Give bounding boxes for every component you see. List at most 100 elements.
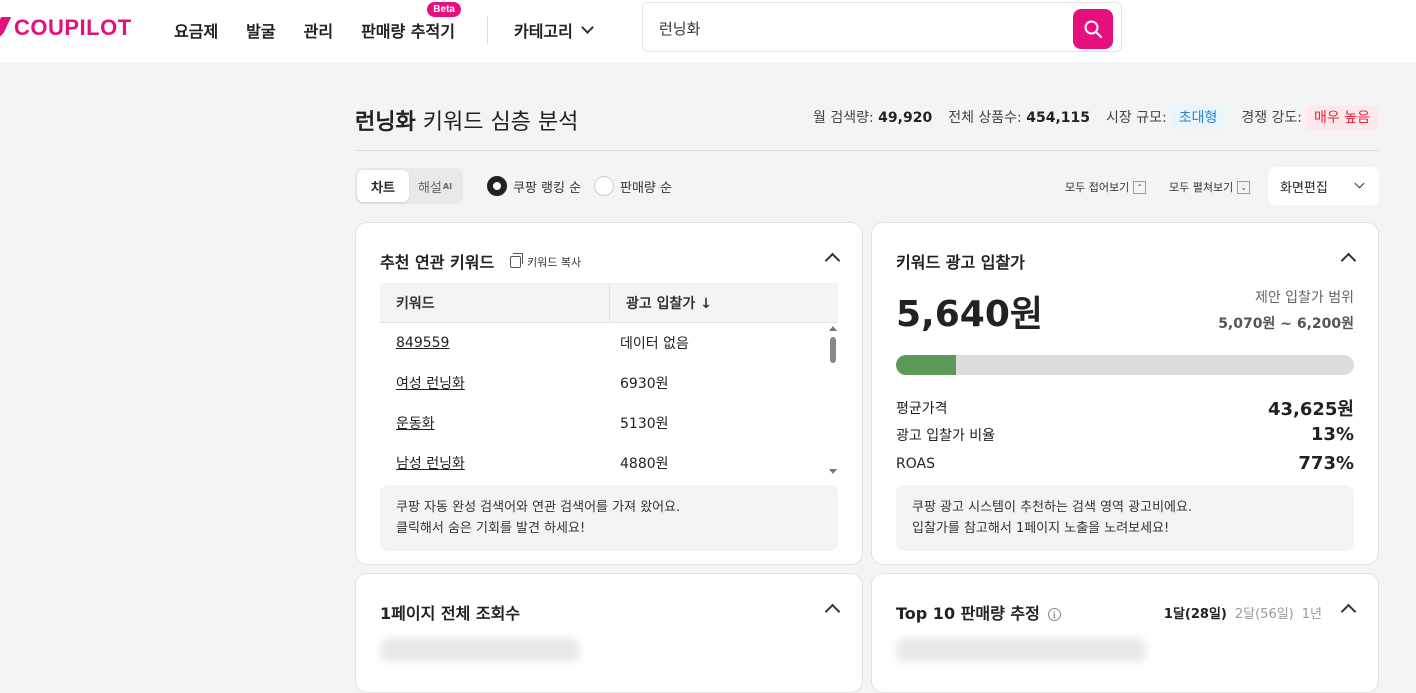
logo-text: COUPILOT bbox=[14, 15, 132, 40]
chevron-down-icon bbox=[1354, 178, 1365, 189]
page-title-suffix: 키워드 심층 분석 bbox=[415, 110, 579, 135]
ai-badge: AI bbox=[442, 181, 453, 191]
collapse-all-button[interactable]: 모두 접어보기 ⌃ bbox=[1065, 179, 1147, 195]
chevron-down-icon: ⌄ bbox=[1237, 180, 1251, 194]
expand-all-button[interactable]: 모두 펼쳐보기 ⌄ bbox=[1169, 179, 1251, 195]
copy-label: 키워드 복사 bbox=[527, 256, 582, 269]
note-text: 클릭해서 숨은 기회를 발견 하세요! bbox=[396, 521, 586, 536]
avg-price-row: 평균가격 43,625원 bbox=[896, 395, 1354, 421]
search-bar bbox=[642, 2, 1122, 52]
stat-label: 월 검색량: bbox=[813, 110, 874, 126]
note-text: 입찰가를 참고해서 1페이지 노출을 노려보세요! bbox=[912, 521, 1170, 536]
edit-screen-dropdown[interactable]: 화면편집 bbox=[1268, 167, 1379, 205]
keyword-link[interactable]: 남성 런닝화 bbox=[380, 453, 610, 473]
bid-ratio-bar bbox=[896, 355, 1354, 375]
nav-divider bbox=[486, 16, 488, 44]
table-scrollbar[interactable] bbox=[828, 323, 838, 477]
logo[interactable]: COUPILOT bbox=[0, 14, 132, 42]
bid-ratio-row: 광고 입찰가 비율 13% bbox=[896, 424, 1354, 445]
keyword-link[interactable]: 운동화 bbox=[380, 413, 610, 433]
nav-item-manage[interactable]: 관리 bbox=[304, 18, 333, 42]
ad-bid-card: 키워드 광고 입찰가 5,640원 제안 입찰가 범위 5,070원 ~ 6,2… bbox=[871, 222, 1379, 565]
bid-ratio-fill bbox=[896, 355, 956, 375]
tab-explain[interactable]: 해설 AI bbox=[409, 170, 461, 202]
market-size-badge: 초대형 bbox=[1170, 106, 1226, 130]
nav-item-pricing[interactable]: 요금제 bbox=[174, 18, 218, 42]
radio-checked-icon bbox=[487, 176, 507, 196]
divider bbox=[355, 150, 1379, 151]
collapse-card-button[interactable] bbox=[824, 603, 841, 620]
stat-label: 시장 규모: bbox=[1106, 110, 1167, 126]
info-icon[interactable]: i bbox=[1047, 608, 1061, 621]
roas-row: ROAS 773% bbox=[896, 453, 1354, 474]
copy-icon bbox=[510, 253, 523, 268]
row-value: 773% bbox=[1298, 453, 1354, 474]
card-title-text: Top 10 판매량 추정 bbox=[896, 604, 1040, 623]
table-row: 여성 런닝화 6930원 bbox=[380, 363, 838, 403]
page-views-card: 1페이지 전체 조회수 bbox=[355, 573, 863, 693]
bid-price: 5,640원 bbox=[896, 294, 1043, 335]
nav-item-discover[interactable]: 발굴 bbox=[246, 18, 275, 42]
scroll-thumb[interactable] bbox=[830, 337, 836, 363]
bid-value: 6930원 bbox=[620, 376, 669, 392]
column-header-keyword: 키워드 bbox=[380, 283, 610, 322]
card-title: 키워드 광고 입찰가 bbox=[896, 253, 1025, 272]
keyword-stats: 월 검색량: 49,920 전체 상품수: 454,115 시장 규모: 초대형 … bbox=[797, 106, 1378, 130]
main-nav: 요금제 발굴 관리 판매량 추적기 Beta 카테고리 bbox=[174, 2, 594, 44]
radio-unchecked-icon bbox=[594, 176, 614, 196]
related-keywords-card: 추천 연관 키워드 키워드 복사 키워드 광고 입찰가 ↓ 849559 데이터… bbox=[355, 222, 863, 565]
period-tab-1month[interactable]: 1달(28일) bbox=[1164, 603, 1227, 622]
scroll-down-icon[interactable] bbox=[829, 469, 837, 474]
period-tabs: 1달(28일) 2달(56일) 1년 bbox=[1156, 603, 1322, 622]
sort-radio-rank[interactable]: 쿠팡 랭킹 순 bbox=[487, 176, 581, 196]
collapse-card-button[interactable] bbox=[1340, 603, 1357, 620]
copy-keywords-button[interactable]: 키워드 복사 bbox=[510, 253, 582, 270]
table-body: 849559 데이터 없음 여성 런닝화 6930원 운동화 5130원 남성 … bbox=[380, 323, 838, 477]
blurred-content bbox=[380, 638, 580, 662]
keyword-link[interactable]: 여성 런닝화 bbox=[380, 373, 610, 393]
stat-competition: 경쟁 강도: 매우 높음 bbox=[1241, 106, 1378, 130]
nav-item-sales-tracker-label: 판매량 추적기 bbox=[361, 22, 455, 41]
table-header: 키워드 광고 입찰가 ↓ bbox=[380, 283, 838, 323]
chevron-up-icon: ⌃ bbox=[1133, 180, 1147, 194]
category-dropdown[interactable]: 카테고리 bbox=[513, 18, 594, 42]
scroll-up-icon[interactable] bbox=[829, 326, 837, 331]
search-input[interactable] bbox=[659, 15, 1059, 41]
period-tab-1year[interactable]: 1년 bbox=[1302, 603, 1322, 622]
collapse-card-button[interactable] bbox=[1340, 252, 1357, 269]
bid-range-value: 5,070원 ~ 6,200원 bbox=[1218, 316, 1354, 332]
page-title-keyword: 런닝화 bbox=[355, 110, 416, 135]
radio-label: 쿠팡 랭킹 순 bbox=[513, 180, 582, 196]
table-row: 849559 데이터 없음 bbox=[380, 323, 838, 363]
expand-all-label: 모두 펼쳐보기 bbox=[1169, 181, 1234, 194]
top-header: COUPILOT 요금제 발굴 관리 판매량 추적기 Beta 카테고리 bbox=[0, 0, 1416, 62]
category-label: 카테고리 bbox=[513, 22, 573, 41]
collapse-card-button[interactable] bbox=[824, 252, 841, 269]
competition-badge: 매우 높음 bbox=[1306, 106, 1378, 130]
table-row: 운동화 5130원 bbox=[380, 403, 838, 443]
keyword-link[interactable]: 849559 bbox=[380, 335, 610, 351]
stat-value: 49,920 bbox=[878, 110, 933, 126]
table-row: 남성 런닝화 4880원 bbox=[380, 443, 838, 477]
row-value: 13% bbox=[1310, 424, 1354, 445]
chevron-down-icon bbox=[580, 21, 594, 34]
tab-explain-label: 해설 bbox=[417, 180, 442, 196]
blurred-content bbox=[896, 638, 1146, 662]
stat-label: 경쟁 강도: bbox=[1241, 110, 1303, 126]
info-note: 쿠팡 자동 완성 검색어와 연관 검색어를 가져 왔어요. 클릭해서 숨은 기회… bbox=[380, 485, 838, 551]
period-tab-2month[interactable]: 2달(56일) bbox=[1235, 603, 1294, 622]
stat-market-size: 시장 규모: 초대형 bbox=[1106, 106, 1226, 130]
nav-item-sales-tracker[interactable]: 판매량 추적기 Beta bbox=[361, 2, 461, 42]
card-title: Top 10 판매량 추정 i bbox=[896, 600, 1061, 624]
stat-value: 454,115 bbox=[1026, 110, 1090, 126]
row-label: 광고 입찰가 비율 bbox=[896, 427, 996, 444]
column-header-bid[interactable]: 광고 입찰가 ↓ bbox=[610, 283, 838, 322]
tab-chart[interactable]: 차트 bbox=[357, 170, 409, 202]
view-toggle: 차트 해설 AI bbox=[355, 168, 463, 204]
bid-range-label: 제안 입찰가 범위 bbox=[1254, 290, 1354, 306]
bid-value: 데이터 없음 bbox=[620, 336, 689, 352]
top10-sales-card: Top 10 판매량 추정 i 1달(28일) 2달(56일) 1년 bbox=[871, 573, 1379, 693]
row-value: 43,625원 bbox=[1267, 399, 1354, 420]
sort-radio-sales[interactable]: 판매량 순 bbox=[594, 176, 672, 196]
search-button[interactable] bbox=[1073, 9, 1113, 49]
